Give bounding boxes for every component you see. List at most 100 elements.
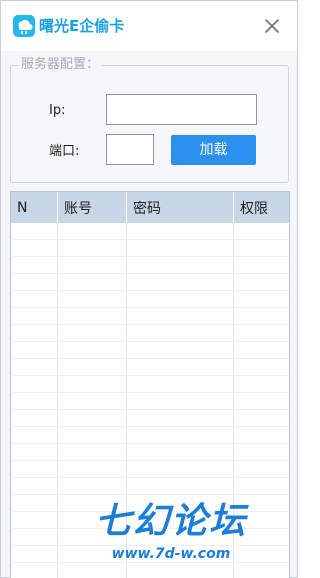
table-cell [57,358,127,376]
table-cell [57,443,127,461]
table-cell [11,511,58,529]
table-cell [126,307,234,325]
table-cell [11,477,58,495]
table-cell [57,545,127,563]
table-row[interactable] [11,324,289,342]
table-cell [126,273,234,291]
table-cell [57,562,127,578]
table-cell [11,273,58,291]
account-grid[interactable]: N 账号 密码 权限 [10,191,290,578]
table-cell [57,341,127,359]
column-header-account[interactable]: 账号 [57,192,127,223]
table-cell [233,545,289,563]
table-cell [11,341,58,359]
table-cell [11,256,58,274]
table-cell [11,460,58,478]
table-cell [233,511,289,529]
table-cell [57,290,127,308]
table-row[interactable] [11,443,289,461]
ip-input[interactable] [106,94,257,125]
table-cell [233,426,289,444]
table-row[interactable] [11,511,289,529]
table-cell [233,341,289,359]
table-cell [233,358,289,376]
table-row[interactable] [11,426,289,444]
table-header-row: N 账号 密码 权限 [11,192,289,223]
table-cell [126,545,234,563]
title-bar[interactable]: 曙光E企偷卡 [1,1,297,51]
column-header-password[interactable]: 密码 [126,192,234,223]
table-cell [126,511,234,529]
table-cell [233,375,289,393]
table-row[interactable] [11,307,289,325]
table-cell [126,528,234,546]
table-cell [126,358,234,376]
table-cell [233,528,289,546]
table-row[interactable] [11,494,289,512]
table-row[interactable] [11,562,289,578]
table-cell [126,324,234,342]
table-cell [126,409,234,427]
server-config-legend: 服务器配置： [19,56,102,74]
table-row[interactable] [11,290,289,308]
close-button[interactable] [259,13,285,39]
table-cell [11,223,58,240]
table-cell [11,494,58,512]
table-cell [233,239,289,257]
table-row[interactable] [11,273,289,291]
table-cell [11,409,58,427]
table-cell [57,477,127,495]
table-cell [126,223,234,240]
table-cell [126,443,234,461]
table-cell [11,375,58,393]
table-cell [11,443,58,461]
load-button[interactable]: 加载 [171,135,256,165]
table-row[interactable] [11,392,289,410]
port-input[interactable] [106,134,154,165]
table-row[interactable] [11,528,289,546]
close-icon [265,19,279,33]
table-body [11,223,289,578]
table-cell [11,392,58,410]
table-cell [11,426,58,444]
table-cell [11,528,58,546]
table-row[interactable] [11,375,289,393]
table-cell [57,375,127,393]
column-header-n[interactable]: N [11,192,58,223]
table-row[interactable] [11,358,289,376]
table-cell [11,324,58,342]
table-cell [233,392,289,410]
table-cell [11,562,58,578]
table-cell [126,341,234,359]
table-row[interactable] [11,460,289,478]
table-cell [126,494,234,512]
table-cell [57,426,127,444]
table-row[interactable] [11,239,289,257]
table-cell [57,528,127,546]
table-row[interactable] [11,223,289,240]
table-row[interactable] [11,545,289,563]
table-cell [11,290,58,308]
table-row[interactable] [11,409,289,427]
table-cell [11,307,58,325]
column-header-permission[interactable]: 权限 [233,192,289,223]
table-cell [11,545,58,563]
table-cell [57,239,127,257]
table-cell [57,494,127,512]
account-table: N 账号 密码 权限 [11,192,289,578]
table-cell [57,307,127,325]
table-cell [57,409,127,427]
table-cell [126,477,234,495]
table-cell [233,223,289,240]
table-cell [57,273,127,291]
window-title: 曙光E企偷卡 [39,17,125,35]
table-row[interactable] [11,256,289,274]
table-cell [126,392,234,410]
port-label: 端口: [49,144,80,159]
table-cell [233,477,289,495]
table-cell [57,392,127,410]
table-row[interactable] [11,341,289,359]
table-cell [233,307,289,325]
table-cell [233,409,289,427]
table-row[interactable] [11,477,289,495]
